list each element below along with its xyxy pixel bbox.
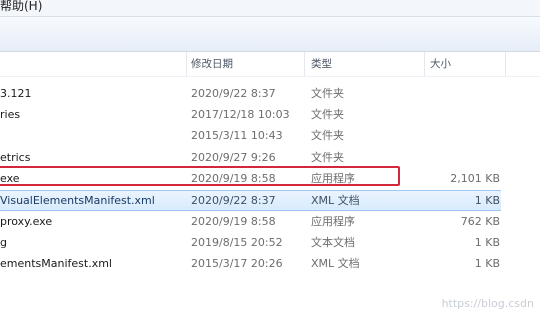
file-type: 文件夹 bbox=[311, 151, 344, 164]
file-row[interactable]: etrics 2020/9/27 9:26 文件夹 bbox=[0, 147, 540, 168]
file-size bbox=[430, 104, 500, 125]
file-size: 762 KB bbox=[460, 215, 500, 228]
file-date: 2015/3/11 10:43 bbox=[191, 129, 283, 142]
file-size bbox=[430, 83, 500, 104]
watermark: https://blog.csdn bbox=[441, 297, 534, 310]
column-divider[interactable] bbox=[304, 52, 305, 76]
file-size bbox=[430, 147, 500, 168]
file-name: g bbox=[0, 236, 7, 249]
file-size bbox=[430, 125, 500, 146]
file-date: 2020/9/22 8:37 bbox=[191, 87, 276, 100]
header-divider bbox=[0, 76, 540, 77]
file-row[interactable]: 2015/3/11 10:43 文件夹 bbox=[0, 125, 540, 146]
file-size: 2,101 KB bbox=[450, 172, 500, 185]
toolbar bbox=[0, 17, 540, 52]
column-divider[interactable] bbox=[505, 52, 506, 76]
file-date: 2020/9/22 8:37 bbox=[191, 194, 276, 207]
file-type: 文件夹 bbox=[311, 108, 344, 121]
file-date: 2020/9/19 8:58 bbox=[191, 215, 276, 228]
column-header-date[interactable]: 修改日期 bbox=[191, 52, 233, 76]
file-date: 2020/9/27 9:26 bbox=[191, 151, 276, 164]
file-date: 2019/8/15 20:52 bbox=[191, 236, 283, 249]
file-size: 1 KB bbox=[474, 257, 500, 270]
file-row[interactable]: g 2019/8/15 20:52 文本文档 1 KB bbox=[0, 232, 540, 253]
file-type: XML 文档 bbox=[311, 257, 360, 270]
file-size: 1 KB bbox=[474, 194, 500, 207]
file-name: VisualElementsManifest.xml bbox=[0, 194, 155, 207]
column-divider[interactable] bbox=[424, 52, 425, 76]
column-divider[interactable] bbox=[186, 52, 187, 76]
menu-help[interactable]: 帮助(H) bbox=[0, 0, 42, 14]
file-name: etrics bbox=[0, 151, 31, 164]
file-name: ries bbox=[0, 108, 21, 121]
file-type: 文件夹 bbox=[311, 129, 344, 142]
file-type: 文件夹 bbox=[311, 87, 344, 100]
file-type: XML 文档 bbox=[311, 194, 360, 207]
menu-bar: 帮助(H) bbox=[0, 0, 540, 17]
file-date: 2017/12/18 10:03 bbox=[191, 108, 290, 121]
file-type: 应用程序 bbox=[311, 215, 355, 228]
file-row[interactable]: ementsManifest.xml 2015/3/17 20:26 XML 文… bbox=[0, 253, 540, 274]
file-row-selected[interactable]: VisualElementsManifest.xml 2020/9/22 8:3… bbox=[0, 190, 501, 211]
file-name: proxy.exe bbox=[0, 215, 53, 228]
file-row[interactable]: proxy.exe 2020/9/19 8:58 应用程序 762 KB bbox=[0, 211, 540, 232]
file-size: 1 KB bbox=[474, 236, 500, 249]
highlight-annotation-box bbox=[0, 166, 400, 186]
file-name bbox=[0, 125, 186, 146]
column-header-size[interactable]: 大小 bbox=[430, 52, 451, 76]
file-row[interactable]: 3.121 2020/9/22 8:37 文件夹 bbox=[0, 83, 540, 104]
file-name: 3.121 bbox=[0, 87, 32, 100]
file-name: ementsManifest.xml bbox=[0, 257, 112, 270]
file-row[interactable]: ries 2017/12/18 10:03 文件夹 bbox=[0, 104, 540, 125]
file-type: 文本文档 bbox=[311, 236, 355, 249]
column-header-type[interactable]: 类型 bbox=[311, 52, 332, 76]
file-date: 2015/3/17 20:26 bbox=[191, 257, 283, 270]
